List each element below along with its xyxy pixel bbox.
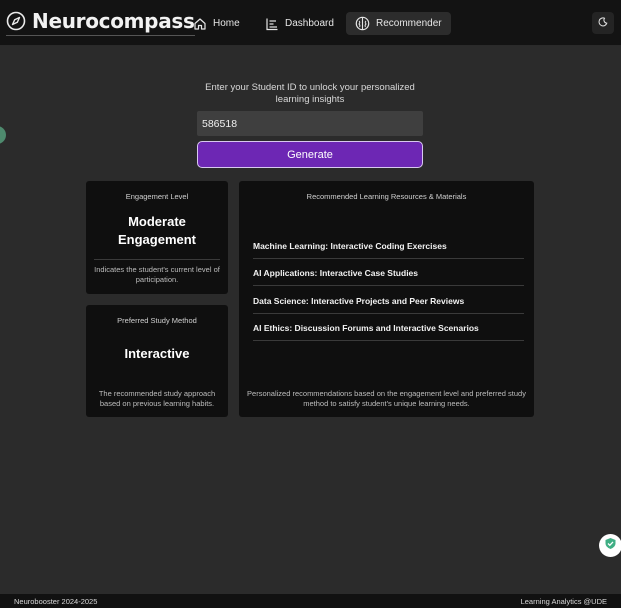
shield-button[interactable] xyxy=(599,534,621,557)
resource-item[interactable]: Machine Learning: Interactive Coding Exe… xyxy=(253,241,524,259)
bar-chart-icon xyxy=(265,17,279,31)
footer: Neurobooster 2024-2025 Learning Analytic… xyxy=(0,594,621,608)
divider xyxy=(94,259,220,260)
tab-home[interactable]: Home xyxy=(184,12,249,35)
moon-icon xyxy=(598,14,608,32)
resource-item[interactable]: AI Ethics: Discussion Forums and Interac… xyxy=(253,323,524,341)
resources-description: Personalized recommendations based on th… xyxy=(247,389,526,408)
shield-check-icon xyxy=(604,537,617,555)
footer-copyright: Neurobooster 2024-2025 xyxy=(14,597,98,606)
brain-icon xyxy=(355,16,370,31)
engagement-description: Indicates the student's current level of… xyxy=(94,265,220,284)
footer-credit: Learning Analytics @UDE xyxy=(520,597,607,606)
top-navbar: Neurocompass Home Dashboard Recommender xyxy=(0,0,621,46)
theme-toggle-button[interactable] xyxy=(592,12,614,34)
compass-icon xyxy=(6,11,26,31)
study-method-title: Preferred Study Method xyxy=(117,316,197,325)
generate-button[interactable]: Generate xyxy=(197,141,423,168)
resources-card: Recommended Learning Resources & Materia… xyxy=(239,181,534,417)
tab-dashboard-label: Dashboard xyxy=(285,18,334,29)
resources-title: Recommended Learning Resources & Materia… xyxy=(306,192,467,201)
engagement-value-line1: Moderate xyxy=(128,214,186,229)
engagement-title: Engagement Level xyxy=(125,192,189,201)
tab-recommender-label: Recommender xyxy=(376,18,442,29)
study-method-card: Preferred Study Method Interactive The r… xyxy=(86,305,228,417)
tab-recommender[interactable]: Recommender xyxy=(346,12,451,35)
tab-dashboard[interactable]: Dashboard xyxy=(256,12,343,35)
study-method-value: Interactive xyxy=(124,346,190,361)
resource-item[interactable]: Data Science: Interactive Projects and P… xyxy=(253,296,524,314)
study-method-description: The recommended study approach based on … xyxy=(98,389,216,408)
brand-logo[interactable]: Neurocompass xyxy=(6,8,195,36)
resource-item[interactable]: AI Applications: Interactive Case Studie… xyxy=(253,268,524,286)
side-drawer-handle[interactable] xyxy=(0,126,6,144)
engagement-value-line2: Engagement xyxy=(117,232,196,247)
tab-home-label: Home xyxy=(213,18,240,29)
student-id-input[interactable] xyxy=(197,111,423,136)
brand-name: Neurocompass xyxy=(32,8,195,33)
engagement-card: Engagement Level Moderate Engagement Ind… xyxy=(86,181,228,294)
student-id-prompt: Enter your Student ID to unlock your per… xyxy=(205,82,415,105)
home-icon xyxy=(193,17,207,31)
